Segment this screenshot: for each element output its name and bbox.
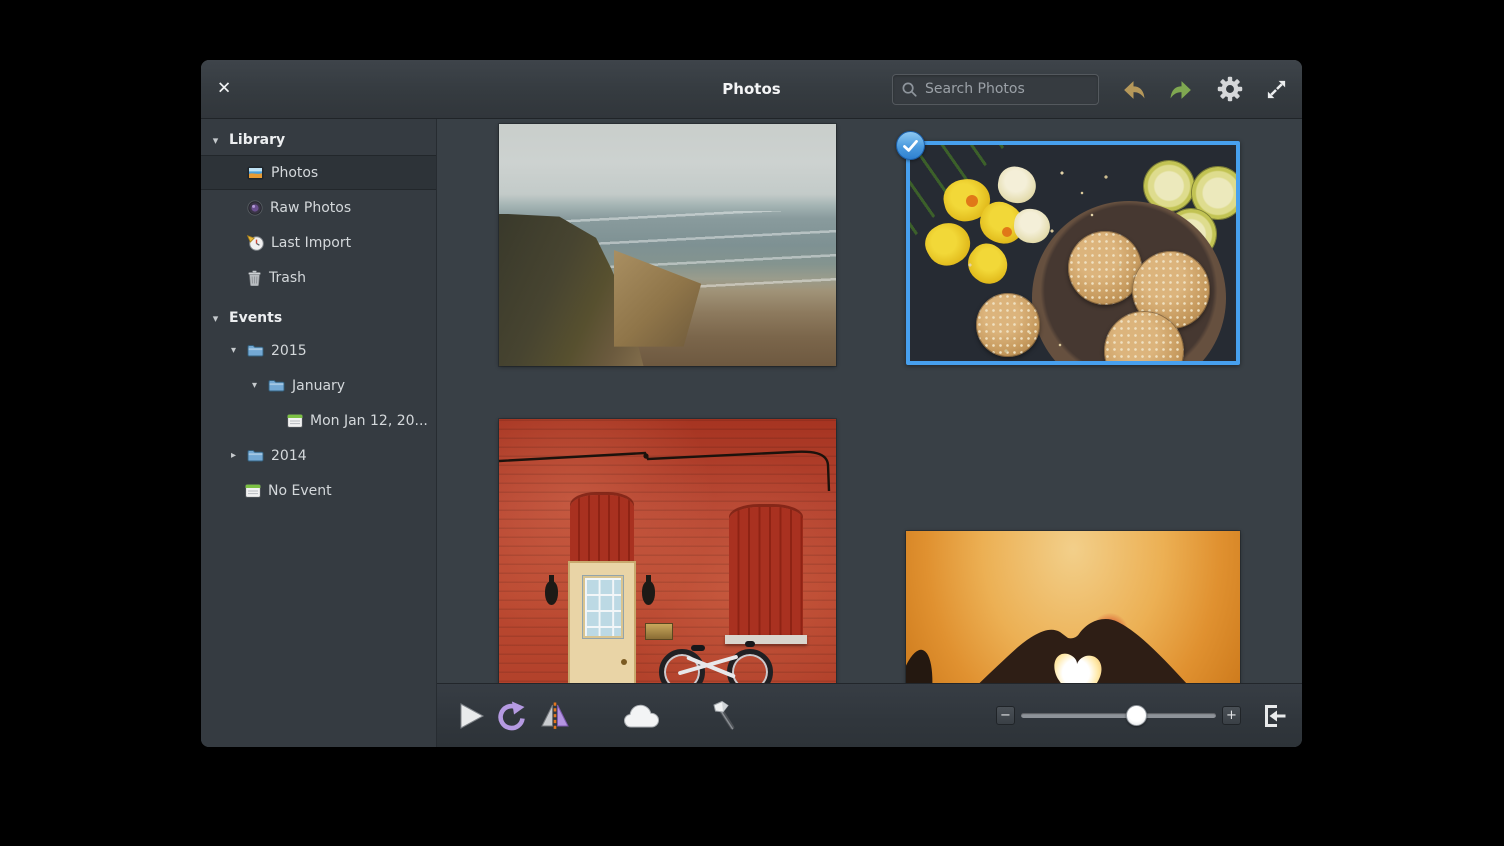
sidebar-item-last-import[interactable]: Last Import <box>201 225 436 260</box>
fullscreen-icon <box>1265 78 1288 101</box>
settings-button[interactable] <box>1216 75 1244 103</box>
close-icon: ✕ <box>217 79 231 99</box>
sidebar-item-label: Mon Jan 12, 20... <box>310 413 428 429</box>
search-icon <box>901 81 918 98</box>
sidebar-item-photos[interactable]: Photos <box>201 155 436 190</box>
slideshow-button[interactable] <box>456 701 486 731</box>
minus-icon: − <box>1000 709 1011 722</box>
undo-icon <box>1120 77 1147 102</box>
photo-thumbnail-daffodils-cookies-selected[interactable] <box>906 141 1240 365</box>
photo-thumbnail-heart-hands-sunset[interactable] <box>906 531 1240 683</box>
check-icon <box>903 140 918 152</box>
sidebar-item-label: Raw Photos <box>270 200 351 216</box>
header-bar: ✕ Photos <box>201 60 1302 119</box>
photo-art <box>910 145 1236 361</box>
sidebar-section-events[interactable]: ▾ Events <box>201 303 436 333</box>
door-knob-art <box>621 659 627 665</box>
publish-button[interactable] <box>623 702 661 729</box>
sidebar-item-raw-photos[interactable]: Raw Photos <box>201 190 436 225</box>
folder-icon <box>247 449 264 462</box>
window-sill-art <box>725 635 807 644</box>
sidebar-toggle-icon <box>1260 703 1288 729</box>
zoom-control-group: − + <box>996 703 1288 729</box>
door-art <box>568 561 636 683</box>
door-window-art <box>583 576 623 638</box>
bicycle-handlebar-art <box>745 641 755 647</box>
power-wire-art <box>499 443 836 493</box>
zoom-slider[interactable] <box>1021 705 1216 726</box>
enhance-button[interactable] <box>709 699 743 733</box>
last-import-icon <box>247 235 264 251</box>
expander-icon[interactable]: ▾ <box>248 380 261 391</box>
lantern-art <box>642 581 655 605</box>
window-title: Photos <box>722 80 780 98</box>
photos-app-window: ✕ Photos <box>201 60 1302 747</box>
flip-icon <box>539 701 571 731</box>
undo-button[interactable] <box>1120 77 1147 102</box>
sidebar-item-january[interactable]: ▾ January <box>201 368 436 403</box>
mailbox-art <box>645 623 673 640</box>
expander-icon[interactable]: ▸ <box>227 450 240 461</box>
camera-lens-icon <box>247 200 263 216</box>
crumbs-art <box>910 145 1236 361</box>
door-header-panel-art <box>570 495 634 563</box>
plus-icon: + <box>1226 709 1237 722</box>
heart-hands-silhouette-art <box>906 531 1240 683</box>
fullscreen-button[interactable] <box>1265 78 1288 101</box>
close-button[interactable]: ✕ <box>217 81 231 98</box>
sidebar-item-label: January <box>292 378 345 394</box>
search-input[interactable] <box>925 81 1090 97</box>
zoom-slider-track[interactable] <box>1021 713 1216 718</box>
rotate-button[interactable] <box>497 701 527 731</box>
bottom-toolbar: − + <box>437 683 1302 747</box>
photo-thumbnail-red-brick-wall[interactable] <box>499 419 836 683</box>
sidebar-item-label: Last Import <box>271 235 351 251</box>
cloud-icon <box>623 702 661 729</box>
redo-icon <box>1168 77 1195 102</box>
expander-icon[interactable]: ▾ <box>209 312 222 325</box>
sidebar-item-event-day[interactable]: Mon Jan 12, 20... <box>201 403 436 438</box>
expander-icon[interactable]: ▾ <box>227 345 240 356</box>
folder-icon <box>247 344 264 357</box>
sidebar-item-2015[interactable]: ▾ 2015 <box>201 333 436 368</box>
sidebar-item-label: Photos <box>271 165 318 181</box>
search-field[interactable] <box>892 74 1099 105</box>
zoom-out-button[interactable]: − <box>996 706 1015 725</box>
sidebar-item-trash[interactable]: Trash <box>201 260 436 295</box>
event-icon <box>287 414 303 428</box>
photo-grid <box>437 119 1302 683</box>
section-label: Library <box>229 132 285 148</box>
gear-icon <box>1216 75 1244 103</box>
section-label: Events <box>229 310 282 326</box>
lantern-art <box>545 581 558 605</box>
sidebar-section-library[interactable]: ▾ Library <box>201 125 436 155</box>
header-controls <box>892 60 1288 118</box>
sidebar-item-no-event[interactable]: No Event <box>201 473 436 508</box>
photos-icon <box>247 166 264 180</box>
enhance-tool-icon <box>709 699 743 733</box>
sidebar-item-label: No Event <box>268 483 332 499</box>
play-icon <box>456 701 486 731</box>
zoom-in-button[interactable]: + <box>1222 706 1241 725</box>
rotate-icon <box>497 701 527 731</box>
boarded-window-art <box>729 507 803 637</box>
event-icon <box>245 484 261 498</box>
flip-button[interactable] <box>539 701 571 731</box>
zoom-slider-handle[interactable] <box>1126 705 1147 726</box>
sidebar-item-2014[interactable]: ▸ 2014 <box>201 438 436 473</box>
photo-thumbnail-coastal-beach[interactable] <box>499 124 836 366</box>
toggle-sidebar-button[interactable] <box>1260 703 1288 729</box>
sidebar-item-label: 2014 <box>271 448 307 464</box>
folder-icon <box>268 379 285 392</box>
selected-check-badge[interactable] <box>896 131 925 160</box>
sidebar-item-label: 2015 <box>271 343 307 359</box>
trash-icon <box>247 270 262 286</box>
bicycle-seat-art <box>691 645 705 651</box>
expander-icon[interactable]: ▾ <box>209 134 222 147</box>
sidebar-item-label: Trash <box>269 270 306 286</box>
redo-button[interactable] <box>1168 77 1195 102</box>
sidebar: ▾ Library Photos Raw Photos Last Imp <box>201 119 437 747</box>
